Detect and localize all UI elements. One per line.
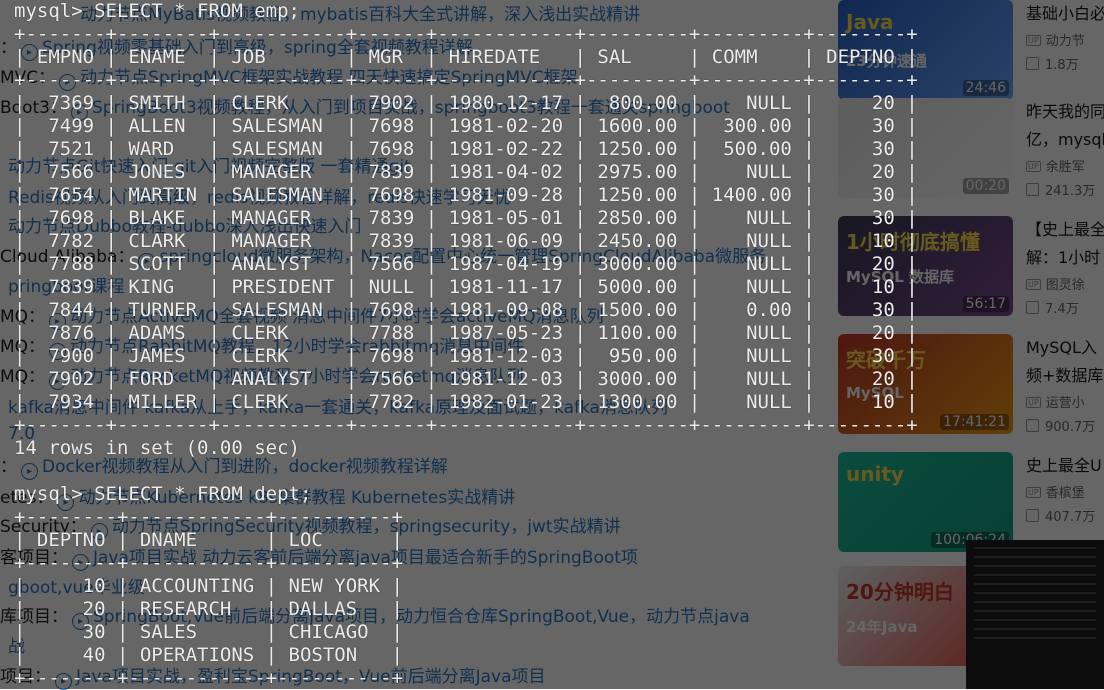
terminal-line: +-------+--------+-----------+------+---…: [14, 414, 918, 436]
terminal-line: +--------+------------+----------+: [14, 506, 403, 528]
terminal-line: | 7934 | MILLER | CLERK | 7782 | 1982-01…: [14, 391, 918, 413]
terminal-line: | 7788 | SCOTT | ANALYST | 7566 | 1987-0…: [14, 253, 918, 275]
terminal-line: +--------+------------+----------+: [14, 667, 403, 689]
terminal-line: mysql> SELECT * FROM dept;: [14, 483, 312, 505]
terminal-window[interactable]: mysql> SELECT * FROM emp; +-------+------…: [0, 0, 1104, 689]
terminal-line: | 20 | RESEARCH | DALLAS |: [14, 598, 403, 620]
terminal-line: +--------+------------+----------+: [14, 552, 403, 574]
terminal-line: 14 rows in set (0.00 sec): [14, 437, 300, 459]
terminal-line: | 7654 | MARTIN | SALESMAN | 7698 | 1981…: [14, 184, 918, 206]
terminal-line: | 7900 | JAMES | CLERK | 7698 | 1981-12-…: [14, 345, 918, 367]
terminal-line: | DEPTNO | DNAME | LOC |: [14, 529, 403, 551]
terminal-line: | 7521 | WARD | SALESMAN | 7698 | 1981-0…: [14, 138, 918, 160]
terminal-line: +-------+--------+-----------+------+---…: [14, 23, 918, 45]
terminal-line: | 7698 | BLAKE | MANAGER | 7839 | 1981-0…: [14, 207, 918, 229]
terminal-line: | EMPNO | ENAME | JOB | MGR | HIREDATE |…: [14, 46, 918, 68]
terminal-line: | 7499 | ALLEN | SALESMAN | 7698 | 1981-…: [14, 115, 918, 137]
terminal-line: | 30 | SALES | CHICAGO |: [14, 621, 403, 643]
terminal-line: | 7369 | SMITH | CLERK | 7902 | 1980-12-…: [14, 92, 918, 114]
terminal-line: | 7566 | JONES | MANAGER | 7839 | 1981-0…: [14, 161, 918, 183]
terminal-line: | 10 | ACCOUNTING | NEW YORK |: [14, 575, 403, 597]
terminal-line: | 7902 | FORD | ANALYST | 7566 | 1981-12…: [14, 368, 918, 390]
terminal-output[interactable]: mysql> SELECT * FROM emp; +-------+------…: [14, 0, 918, 690]
terminal-line: | 7839 | KING | PRESIDENT | NULL | 1981-…: [14, 276, 918, 298]
terminal-line: | 40 | OPERATIONS | BOSTON |: [14, 644, 403, 666]
terminal-line: mysql> SELECT * FROM emp;: [14, 0, 300, 22]
terminal-line: | 7844 | TURNER | SALESMAN | 7698 | 1981…: [14, 299, 918, 321]
terminal-line: | 7782 | CLARK | MANAGER | 7839 | 1981-0…: [14, 230, 918, 252]
terminal-line: +-------+--------+-----------+------+---…: [14, 69, 918, 91]
terminal-line: | 7876 | ADAMS | CLERK | 7788 | 1987-05-…: [14, 322, 918, 344]
